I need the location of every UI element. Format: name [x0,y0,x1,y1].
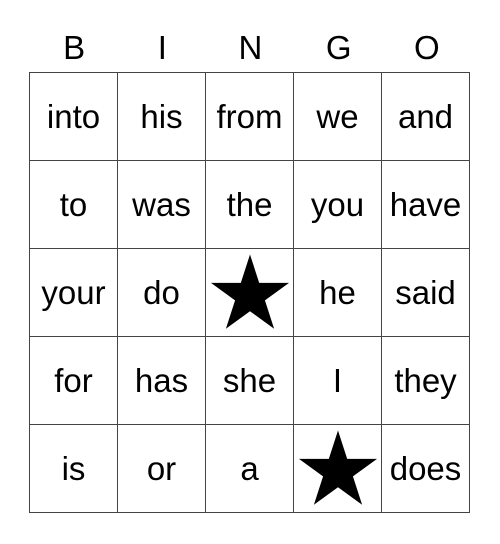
header-letter: G [325,29,352,66]
bingo-cell[interactable]: we [293,72,382,161]
header-letter: B [63,29,86,66]
bingo-cell[interactable]: do [117,248,206,337]
free-space-cell[interactable] [205,248,294,337]
bingo-row: is or a does [29,424,470,513]
bingo-cell[interactable]: she [205,336,294,425]
bingo-cell[interactable]: said [381,248,470,337]
star-icon [210,253,289,329]
header-letter: O [414,29,440,66]
bingo-cell[interactable]: your [29,248,118,337]
bingo-header: BINGO [30,28,471,68]
bingo-cell[interactable]: the [205,160,294,249]
bingo-grid: into his from we and to was the you have your do he s… [29,72,470,513]
bingo-cell[interactable]: to [29,160,118,249]
bingo-cell[interactable]: has [117,336,206,425]
bingo-cell[interactable]: does [381,424,470,513]
bingo-cell[interactable]: was [117,160,206,249]
bingo-cell[interactable]: you [293,160,382,249]
bingo-cell[interactable]: he [293,248,382,337]
bingo-cell[interactable]: have [381,160,470,249]
header-letter: N [238,29,263,66]
bingo-cell[interactable]: I [293,336,382,425]
star-icon [298,429,377,505]
bingo-row: your do he said [29,248,470,337]
bingo-row: into his from we and [29,72,470,161]
bingo-cell[interactable]: is [29,424,118,513]
bingo-cell[interactable]: a [205,424,294,513]
bingo-cell[interactable]: they [381,336,470,425]
bingo-cell[interactable]: or [117,424,206,513]
bingo-cell[interactable]: into [29,72,118,161]
bingo-row: for has she Ithey [29,336,470,425]
free-space-cell[interactable] [293,424,382,513]
header-letter: I [157,29,167,66]
bingo-cell[interactable]: and [381,72,470,161]
bingo-cell[interactable]: his [117,72,206,161]
bingo-row: to was the you have [29,160,470,249]
bingo-cell[interactable]: for [29,336,118,425]
bingo-cell[interactable]: from [205,72,294,161]
